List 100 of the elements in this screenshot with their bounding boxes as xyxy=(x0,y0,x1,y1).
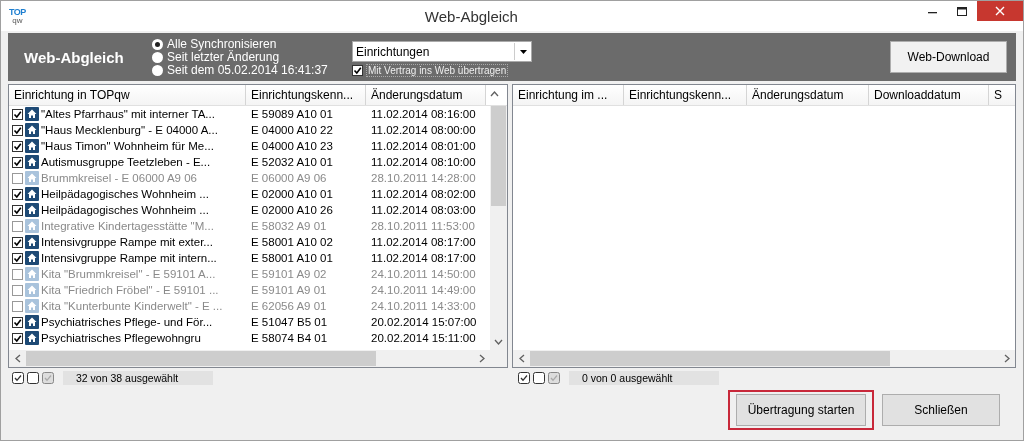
uncheck-all-icon xyxy=(27,372,39,384)
row-checkbox[interactable] xyxy=(12,108,23,120)
selection-status: 32 von 38 ausgewählt xyxy=(63,371,213,385)
sync-option[interactable]: Seit letzter Änderung xyxy=(152,50,352,64)
house-icon xyxy=(25,139,39,153)
facility-code: E 04000 A10 23 xyxy=(251,140,333,152)
facility-code: E 06000 A9 06 xyxy=(251,172,327,184)
facility-name: Intensivgruppe Rampe mit exter... xyxy=(41,236,213,248)
facility-name: Psychiatrisches Pflegewohngru xyxy=(41,332,201,344)
change-date: 11.02.2014 08:03:00 xyxy=(371,204,476,216)
facility-name: Heilpädagogisches Wohnheim ... xyxy=(41,204,209,216)
change-date: 24.10.2011 14:33:00 xyxy=(371,300,476,312)
facility-code: E 59101 A9 02 xyxy=(251,268,327,280)
column-header[interactable]: Einrichtungskenn... xyxy=(246,85,366,105)
facility-name: "Haus Timon" Wohnheim für Me... xyxy=(41,140,214,152)
house-icon xyxy=(25,171,39,185)
change-date: 24.10.2011 14:49:00 xyxy=(371,284,476,296)
checkbox-label[interactable]: Mit Vertrag ins Web übertragen xyxy=(366,64,509,77)
row-checkbox[interactable] xyxy=(12,188,23,200)
facility-name: Intensivgruppe Rampe mit intern... xyxy=(41,252,217,264)
row-checkbox[interactable] xyxy=(12,140,23,152)
column-header[interactable]: Änderungsdatum xyxy=(366,85,486,105)
window-title: Web-Abgleich xyxy=(423,7,519,25)
facility-code: E 62056 A9 01 xyxy=(251,300,327,312)
facility-name: "Altes Pfarrhaus" mit interner TA... xyxy=(41,108,215,120)
row-checkbox[interactable] xyxy=(12,332,23,344)
facility-name: "Haus Mecklenburg" - E 04000 A... xyxy=(41,124,218,136)
web-download-button[interactable]: Web-Download xyxy=(890,41,1007,73)
column-header[interactable]: Einrichtung in TOPqw xyxy=(9,85,246,105)
facility-code: E 02000 A10 01 xyxy=(251,188,333,200)
facility-code: E 59101 A9 01 xyxy=(251,284,327,296)
maximize-icon xyxy=(957,6,967,16)
facility-name: Kita "Brummkreisel" - E 59101 A... xyxy=(41,268,216,280)
facility-name: Integrative Kindertagesstätte "M... xyxy=(41,220,214,232)
change-date: 24.10.2011 14:50:00 xyxy=(371,268,476,280)
check-all-icon xyxy=(12,372,24,384)
house-icon xyxy=(25,123,39,137)
scroll-right-icon xyxy=(478,354,485,363)
column-header[interactable]: Änderungsdatum xyxy=(747,85,869,105)
row-checkbox[interactable] xyxy=(12,172,23,184)
change-date: 11.02.2014 08:10:00 xyxy=(371,156,476,168)
column-header[interactable]: Einrichtungskenn... xyxy=(624,85,747,105)
column-header[interactable]: Einrichtung im ... xyxy=(513,85,624,105)
house-icon xyxy=(25,219,39,233)
check-icon xyxy=(353,66,362,75)
change-date: 20.02.2014 15:11:00 xyxy=(371,332,476,344)
radio-button[interactable] xyxy=(152,38,163,50)
facility-code: E 04000 A10 22 xyxy=(251,124,333,136)
dialog-heading: Web-Abgleich xyxy=(24,48,125,66)
close-icon xyxy=(995,6,1005,16)
row-checkbox[interactable] xyxy=(12,252,23,264)
facility-code: E 02000 A10 26 xyxy=(251,204,333,216)
facility-name: Brummkreisel - E 06000 A9 06 xyxy=(41,172,197,184)
column-header[interactable]: Downloaddatum xyxy=(869,85,989,105)
house-icon xyxy=(25,331,39,345)
row-checkbox[interactable] xyxy=(12,124,23,136)
row-checkbox[interactable] xyxy=(12,236,23,248)
logo-subtext: qw xyxy=(12,16,23,25)
dialog-button[interactable]: Schließen xyxy=(882,394,1000,426)
row-checkbox[interactable] xyxy=(12,204,23,216)
facility-name: Kita "Friedrich Fröbel" - E 59101 ... xyxy=(41,284,219,296)
facility-code: E 52032 A10 01 xyxy=(251,156,333,168)
row-checkbox[interactable] xyxy=(12,156,23,168)
scroll-right-icon xyxy=(1003,354,1010,363)
change-date: 28.10.2011 14:28:00 xyxy=(371,172,476,184)
row-checkbox[interactable] xyxy=(12,268,23,280)
facility-name: Kita "Kunterbunte Kinderwelt" - E ... xyxy=(41,300,223,312)
sync-option[interactable]: Alle Synchronisieren xyxy=(152,37,352,51)
uncheck-all-icon xyxy=(533,372,545,384)
scrollbar-thumb[interactable] xyxy=(26,351,376,366)
row-checkbox[interactable] xyxy=(12,220,23,232)
check-all-icon xyxy=(518,372,530,384)
sync-option[interactable]: Seit dem 05.02.2014 16:41:37 xyxy=(152,63,352,77)
row-checkbox[interactable] xyxy=(12,284,23,296)
scrollbar-thumb[interactable] xyxy=(530,351,890,366)
facility-name: Psychiatrisches Pflege- und För... xyxy=(41,316,213,328)
radio-button[interactable] xyxy=(152,51,163,63)
house-icon xyxy=(25,187,39,201)
change-date: 11.02.2014 08:00:00 xyxy=(371,124,476,136)
category-dropdown[interactable]: Einrichtungen xyxy=(352,41,532,62)
dropdown-arrow-icon xyxy=(519,49,527,54)
facility-code: E 58001 A10 01 xyxy=(251,252,333,264)
house-icon xyxy=(25,267,39,281)
change-date: 11.02.2014 08:16:00 xyxy=(371,108,476,120)
scrollbar-thumb[interactable] xyxy=(491,106,506,206)
change-date: 11.02.2014 08:01:00 xyxy=(371,140,476,152)
dialog-button[interactable]: Übertragung starten xyxy=(736,394,866,426)
house-icon xyxy=(25,283,39,297)
facility-code: E 58074 B4 01 xyxy=(251,332,328,344)
facility-code: E 51047 B5 01 xyxy=(251,316,328,328)
checkbox[interactable] xyxy=(352,65,363,76)
house-icon xyxy=(25,235,39,249)
scroll-down-icon xyxy=(494,338,503,345)
row-checkbox[interactable] xyxy=(12,316,23,328)
scroll-left-icon xyxy=(14,354,21,363)
row-checkbox[interactable] xyxy=(12,300,23,312)
facility-name: Heilpädagogisches Wohnheim ... xyxy=(41,188,209,200)
radio-button[interactable] xyxy=(152,64,163,76)
scroll-left-icon xyxy=(518,354,525,363)
change-date: 20.02.2014 15:07:00 xyxy=(371,316,477,328)
